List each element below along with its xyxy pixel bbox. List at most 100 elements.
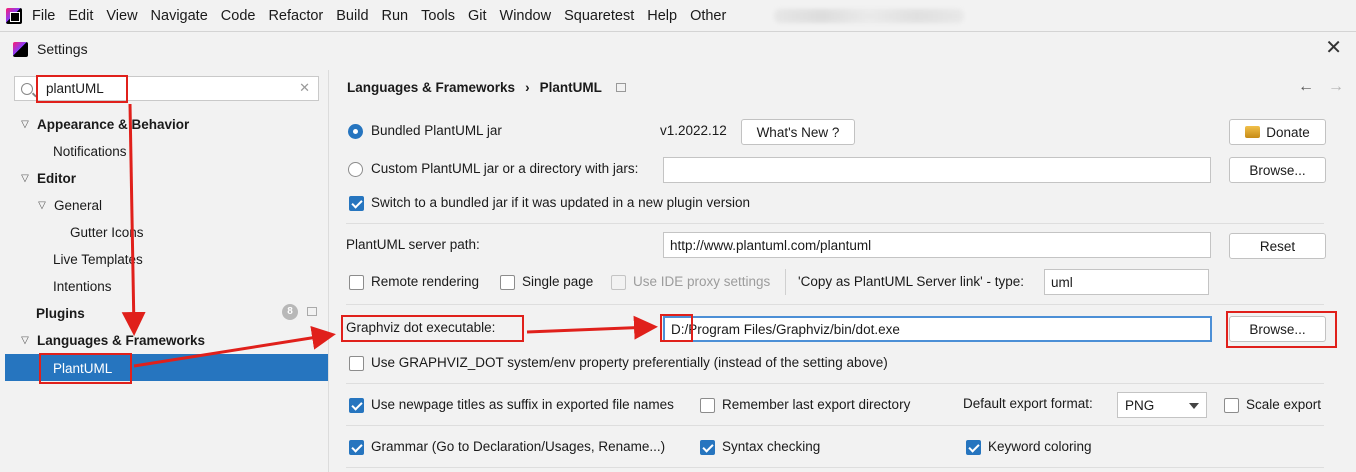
copy-link-type-input[interactable]: uml — [1044, 269, 1209, 295]
donate-icon — [1245, 126, 1261, 138]
server-path-label: PlantUML server path: — [346, 237, 480, 252]
project-level-icon — [307, 307, 317, 316]
forward-arrow-icon[interactable]: → — [1328, 78, 1344, 96]
single-page-label: Single page — [522, 274, 594, 289]
sidebar-item-general[interactable]: ▽ General — [36, 192, 102, 218]
menu-other[interactable]: Other — [690, 8, 726, 24]
breadcrumb-item: PlantUML — [539, 80, 602, 95]
annotation-box-search — [36, 75, 128, 103]
menu-help[interactable]: Help — [647, 8, 677, 24]
dialog-titlebar: Settings ✕ — [0, 32, 1356, 66]
remember-export-dir-label: Remember last export directory — [722, 397, 911, 412]
sidebar-item-label: Plugins — [36, 305, 85, 321]
menu-file[interactable]: File — [32, 8, 55, 24]
custom-jar-radio[interactable] — [348, 162, 363, 177]
breadcrumb: Languages & Frameworks › PlantUML — [347, 80, 626, 95]
scale-export-checkbox[interactable] — [1224, 398, 1239, 413]
keyword-coloring-checkbox[interactable] — [966, 440, 981, 455]
switch-bundled-checkbox[interactable] — [349, 196, 364, 211]
sidebar-item-label: Gutter Icons — [70, 224, 144, 240]
remember-export-dir-checkbox[interactable] — [700, 398, 715, 413]
sidebar-item-label: General — [54, 197, 103, 213]
close-icon[interactable]: ✕ — [1325, 38, 1342, 58]
custom-jar-path-input[interactable] — [663, 157, 1211, 183]
back-arrow-icon[interactable]: ← — [1298, 78, 1314, 96]
ide-proxy-label: Use IDE proxy settings — [633, 274, 771, 289]
chevron-down-icon[interactable]: ▽ — [19, 119, 31, 130]
grammar-checkbox[interactable] — [349, 440, 364, 455]
search-icon — [21, 82, 33, 95]
menu-squaretest[interactable]: Squaretest — [564, 8, 634, 24]
sidebar-item-languages-frameworks[interactable]: ▽ Languages & Frameworks — [19, 327, 205, 353]
sidebar-item-label: Editor — [37, 170, 76, 186]
plugin-updates-badge: 8 — [282, 304, 298, 320]
sidebar-item-label: Languages & Frameworks — [37, 332, 206, 348]
syntax-checking-label: Syntax checking — [722, 439, 821, 454]
newpage-titles-checkbox[interactable] — [349, 398, 364, 413]
clear-search-icon[interactable]: ✕ — [299, 80, 310, 96]
sidebar-item-notifications[interactable]: Notifications — [53, 138, 127, 164]
menu-code[interactable]: Code — [221, 8, 256, 24]
switch-bundled-label: Switch to a bundled jar if it was update… — [371, 195, 750, 210]
graphviz-env-checkbox[interactable] — [349, 356, 364, 371]
menu-refactor[interactable]: Refactor — [268, 8, 323, 24]
breadcrumb-separator-icon: › — [525, 80, 530, 95]
menu-tools[interactable]: Tools — [421, 8, 455, 24]
sidebar-item-intentions[interactable]: Intentions — [53, 273, 112, 299]
sidebar-item-editor[interactable]: ▽ Editor — [19, 165, 76, 191]
menu-build[interactable]: Build — [336, 8, 368, 24]
chevron-down-icon[interactable]: ▽ — [19, 173, 31, 184]
menu-view[interactable]: View — [106, 8, 137, 24]
menu-bar: File Edit View Navigate Code Refactor Bu… — [0, 0, 1356, 31]
settings-dialog: Settings ✕ plantUML ✕ ▽ Appearance & Beh… — [0, 31, 1356, 472]
nav-arrows: ← → — [1298, 78, 1344, 96]
donate-button[interactable]: Donate — [1229, 119, 1326, 145]
keyword-coloring-label: Keyword coloring — [988, 439, 1092, 454]
graphviz-env-label: Use GRAPHVIZ_DOT system/env property pre… — [371, 355, 888, 370]
chevron-down-icon[interactable]: ▽ — [19, 335, 31, 346]
separator — [346, 383, 1324, 384]
grammar-label: Grammar (Go to Declaration/Usages, Renam… — [371, 439, 666, 454]
bundled-jar-radio[interactable] — [348, 124, 363, 139]
sidebar-item-label: Live Templates — [53, 251, 143, 267]
bundled-jar-label: Bundled PlantUML jar — [371, 123, 502, 138]
menu-edit[interactable]: Edit — [68, 8, 93, 24]
settings-sidebar: plantUML ✕ ▽ Appearance & Behavior Notif… — [5, 70, 329, 472]
sidebar-item-live-templates[interactable]: Live Templates — [53, 246, 143, 272]
copy-link-type-label: 'Copy as PlantUML Server link' - type: — [798, 274, 1024, 289]
chevron-down-icon[interactable]: ▽ — [36, 200, 48, 211]
menu-git[interactable]: Git — [468, 8, 487, 24]
remote-rendering-checkbox[interactable] — [349, 275, 364, 290]
breadcrumb-item[interactable]: Languages & Frameworks — [347, 80, 515, 95]
whats-new-button[interactable]: What's New ? — [741, 119, 855, 145]
custom-jar-label: Custom PlantUML jar or a directory with … — [371, 161, 639, 176]
server-path-input[interactable]: http://www.plantuml.com/plantuml — [663, 232, 1211, 258]
project-level-icon — [615, 83, 626, 92]
annotation-box-graphviz-path — [660, 314, 693, 342]
sidebar-item-appearance-behavior[interactable]: ▽ Appearance & Behavior — [19, 111, 189, 137]
settings-content: Languages & Frameworks › PlantUML ← → Bu… — [330, 70, 1356, 472]
remote-rendering-label: Remote rendering — [371, 274, 480, 289]
annotation-box-graphviz-label — [341, 315, 524, 342]
sidebar-item-plugins[interactable]: Plugins — [36, 300, 85, 326]
export-format-value: PNG — [1125, 397, 1155, 413]
export-format-label: Default export format: — [963, 396, 1093, 411]
divider — [785, 269, 786, 295]
syntax-checking-checkbox[interactable] — [700, 440, 715, 455]
menu-navigate[interactable]: Navigate — [151, 8, 208, 24]
annotation-box-browse — [1226, 311, 1337, 348]
separator — [346, 304, 1324, 305]
menu-window[interactable]: Window — [500, 8, 552, 24]
custom-jar-browse-button[interactable]: Browse... — [1229, 157, 1326, 183]
graphviz-dot-path-input[interactable]: D:/Program Files/Graphviz/bin/dot.exe — [663, 316, 1212, 342]
blurred-title-region — [774, 8, 965, 23]
single-page-checkbox[interactable] — [500, 275, 515, 290]
sidebar-item-gutter-icons[interactable]: Gutter Icons — [70, 219, 144, 245]
reset-button[interactable]: Reset — [1229, 233, 1326, 259]
chevron-down-icon — [1189, 403, 1199, 409]
dialog-title: Settings — [37, 41, 88, 57]
ide-proxy-checkbox[interactable] — [611, 275, 626, 290]
export-format-select[interactable]: PNG — [1117, 392, 1207, 418]
menu-run[interactable]: Run — [382, 8, 409, 24]
sidebar-item-label: Notifications — [53, 143, 127, 159]
